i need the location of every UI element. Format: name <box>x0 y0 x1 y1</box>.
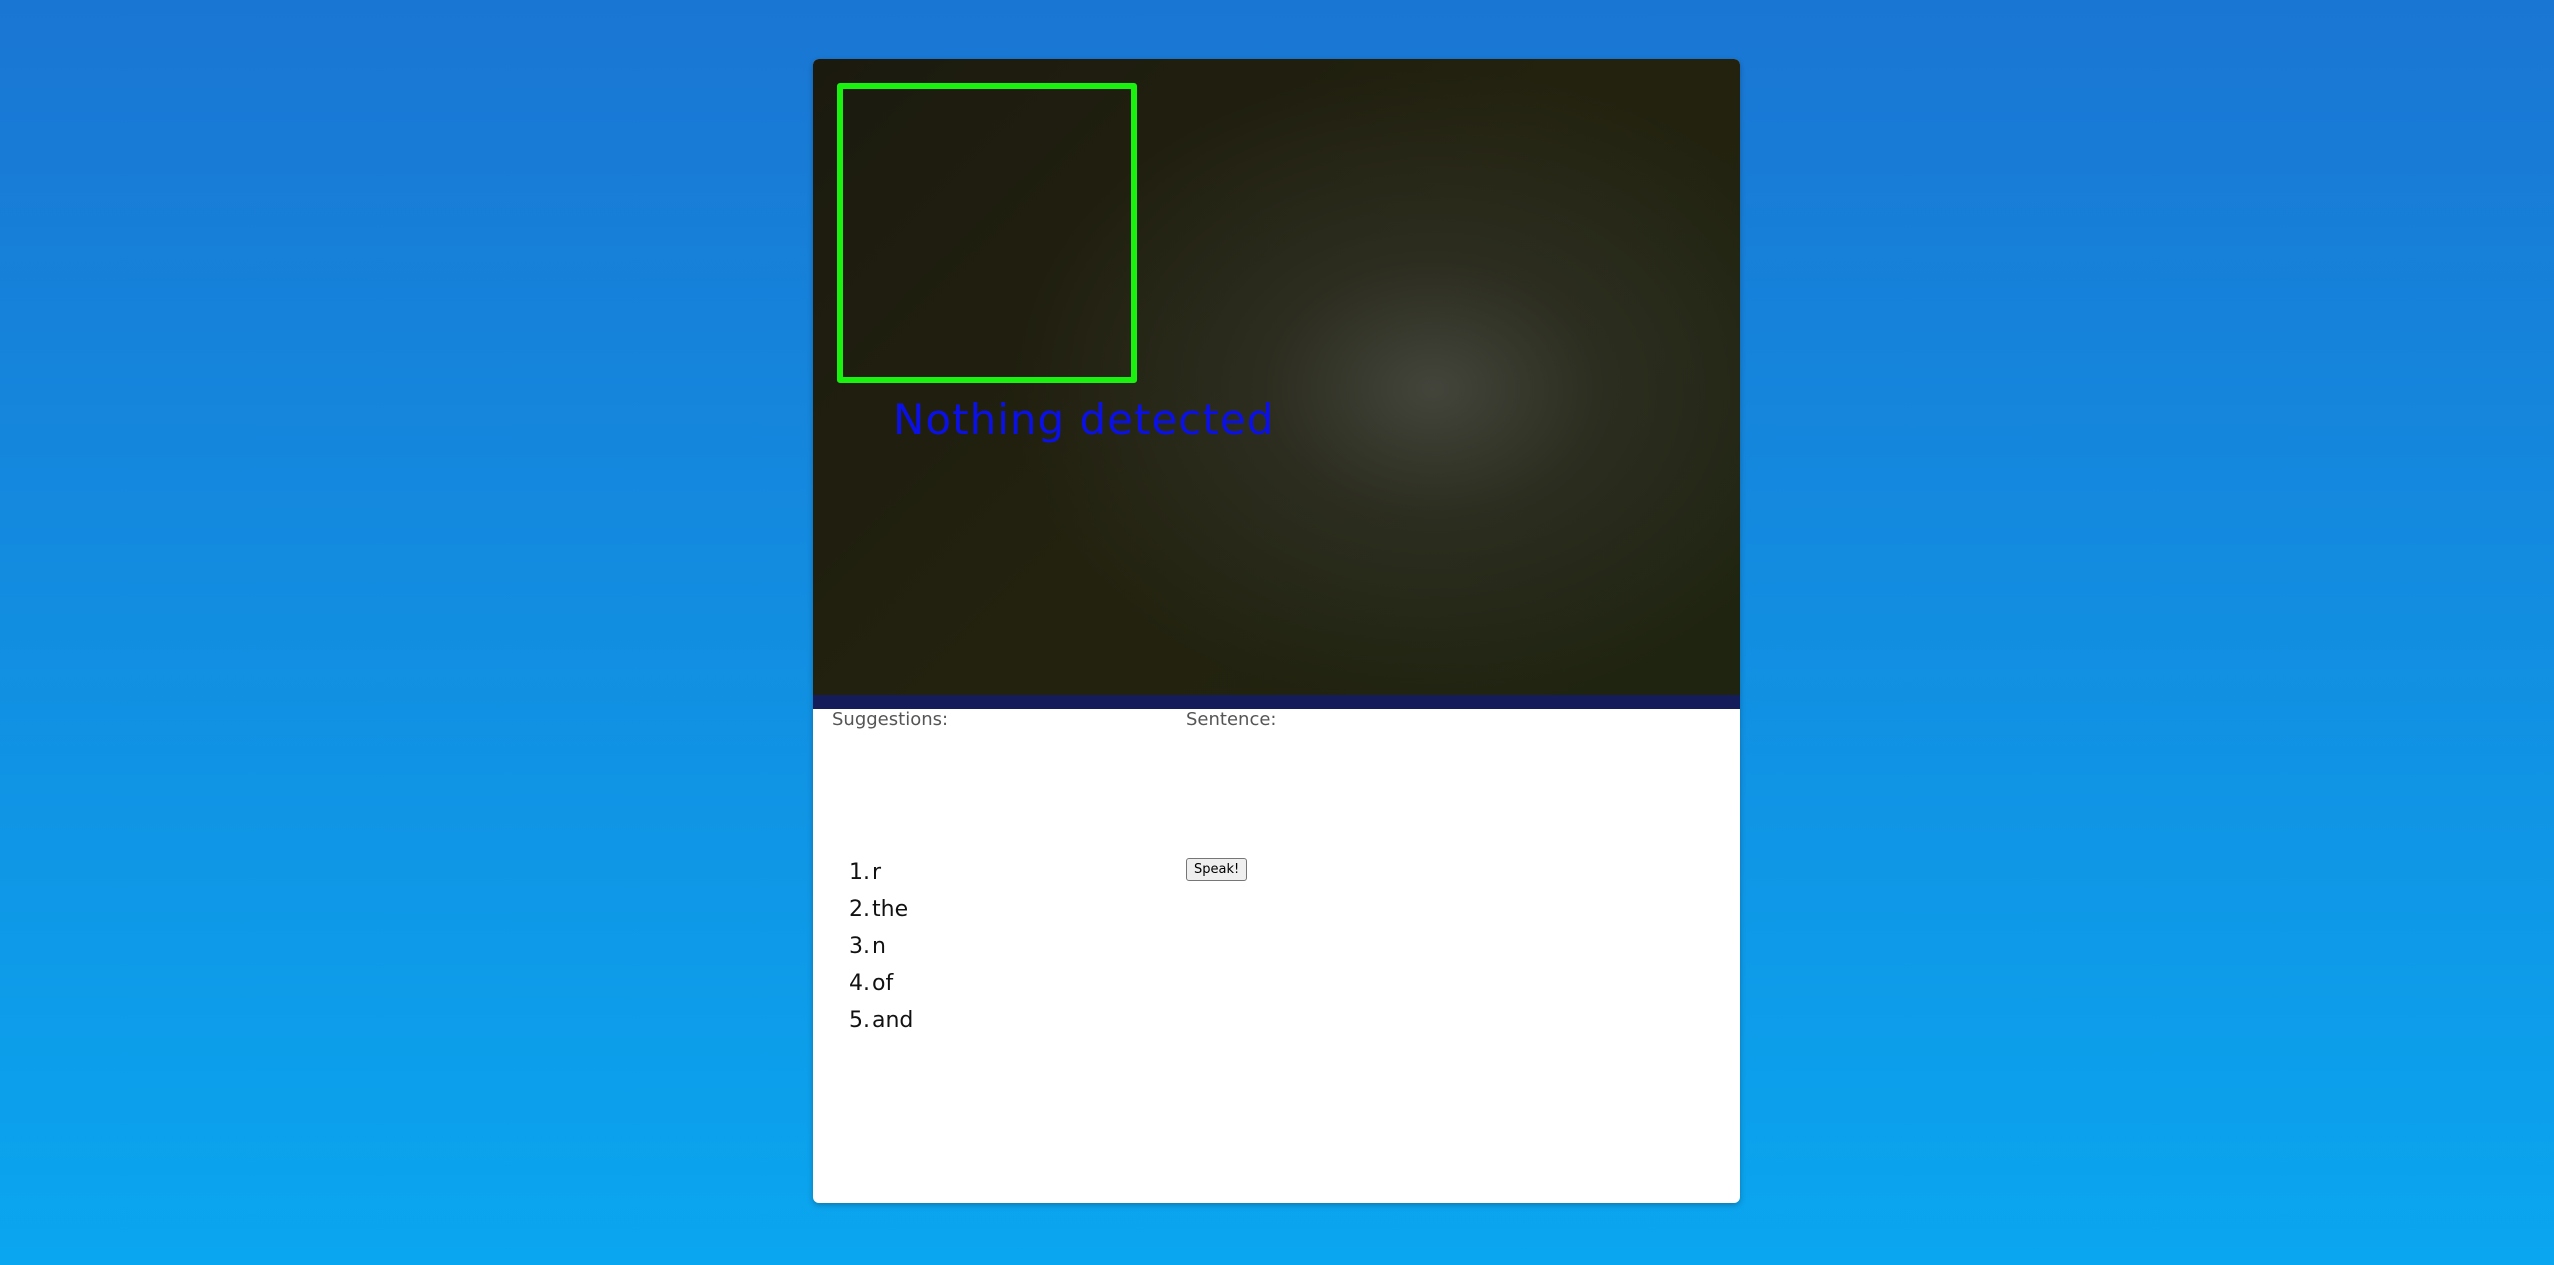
video-bottom-bar <box>813 695 1740 709</box>
suggestion-number: 3. <box>849 934 870 959</box>
suggestion-word: r <box>872 860 882 885</box>
suggestion-word: n <box>872 934 886 959</box>
suggestion-word: and <box>872 1008 914 1033</box>
suggestion-item[interactable]: 3.n <box>832 928 913 965</box>
suggestion-item[interactable]: 1.r <box>832 854 913 891</box>
output-panel: Suggestions: 1.r 2.the 3.n 4.of 5.and Se… <box>813 709 1740 1203</box>
main-card: Nothing detected Suggestions: 1.r 2.the … <box>813 59 1740 1203</box>
suggestion-number: 2. <box>849 897 870 922</box>
webcam-feed: Nothing detected <box>813 59 1740 695</box>
suggestion-word: of <box>872 971 894 996</box>
suggestion-item[interactable]: 2.the <box>832 891 913 928</box>
suggestion-number: 5. <box>849 1008 870 1033</box>
suggestions-label: Suggestions: <box>832 709 949 730</box>
speak-button[interactable]: Speak! <box>1186 858 1248 881</box>
suggestion-item[interactable]: 4.of <box>832 965 913 1002</box>
suggestion-item[interactable]: 5.and <box>832 1002 913 1039</box>
sentence-label: Sentence: <box>1186 709 1277 730</box>
suggestion-number: 1. <box>849 860 870 885</box>
detection-label: Nothing detected <box>893 395 1275 444</box>
suggestion-number: 4. <box>849 971 870 996</box>
suggestions-list: 1.r 2.the 3.n 4.of 5.and <box>832 854 913 1039</box>
region-of-interest-box <box>837 83 1137 383</box>
suggestion-word: the <box>872 897 909 922</box>
